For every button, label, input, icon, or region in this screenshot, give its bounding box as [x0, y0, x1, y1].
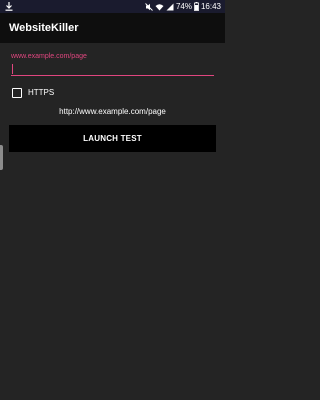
app-bar: WebsiteKiller: [0, 13, 225, 43]
signal-icon: [166, 3, 174, 10]
resolved-url: http://www.example.com/page: [59, 107, 166, 116]
clock: 16:43: [200, 2, 221, 11]
wifi-icon: [155, 3, 164, 10]
app-title: WebsiteKiller: [9, 22, 79, 34]
download-icon: [5, 2, 13, 11]
text-cursor: [12, 64, 13, 74]
url-input[interactable]: [11, 62, 214, 76]
status-icons: 74% 16:43: [145, 1, 221, 12]
https-label: HTTPS: [28, 88, 55, 97]
url-field-hint: www.example.com/page: [11, 53, 87, 60]
battery-icon: [194, 2, 199, 11]
battery-percent: 74%: [175, 2, 192, 11]
launch-test-button[interactable]: LAUNCH TEST: [9, 125, 216, 152]
status-bar: 74% 16:43: [0, 0, 225, 13]
edge-panel-handle[interactable]: [0, 145, 3, 170]
mute-icon: [145, 2, 153, 11]
https-checkbox[interactable]: [12, 87, 22, 98]
https-option[interactable]: HTTPS: [12, 87, 54, 98]
